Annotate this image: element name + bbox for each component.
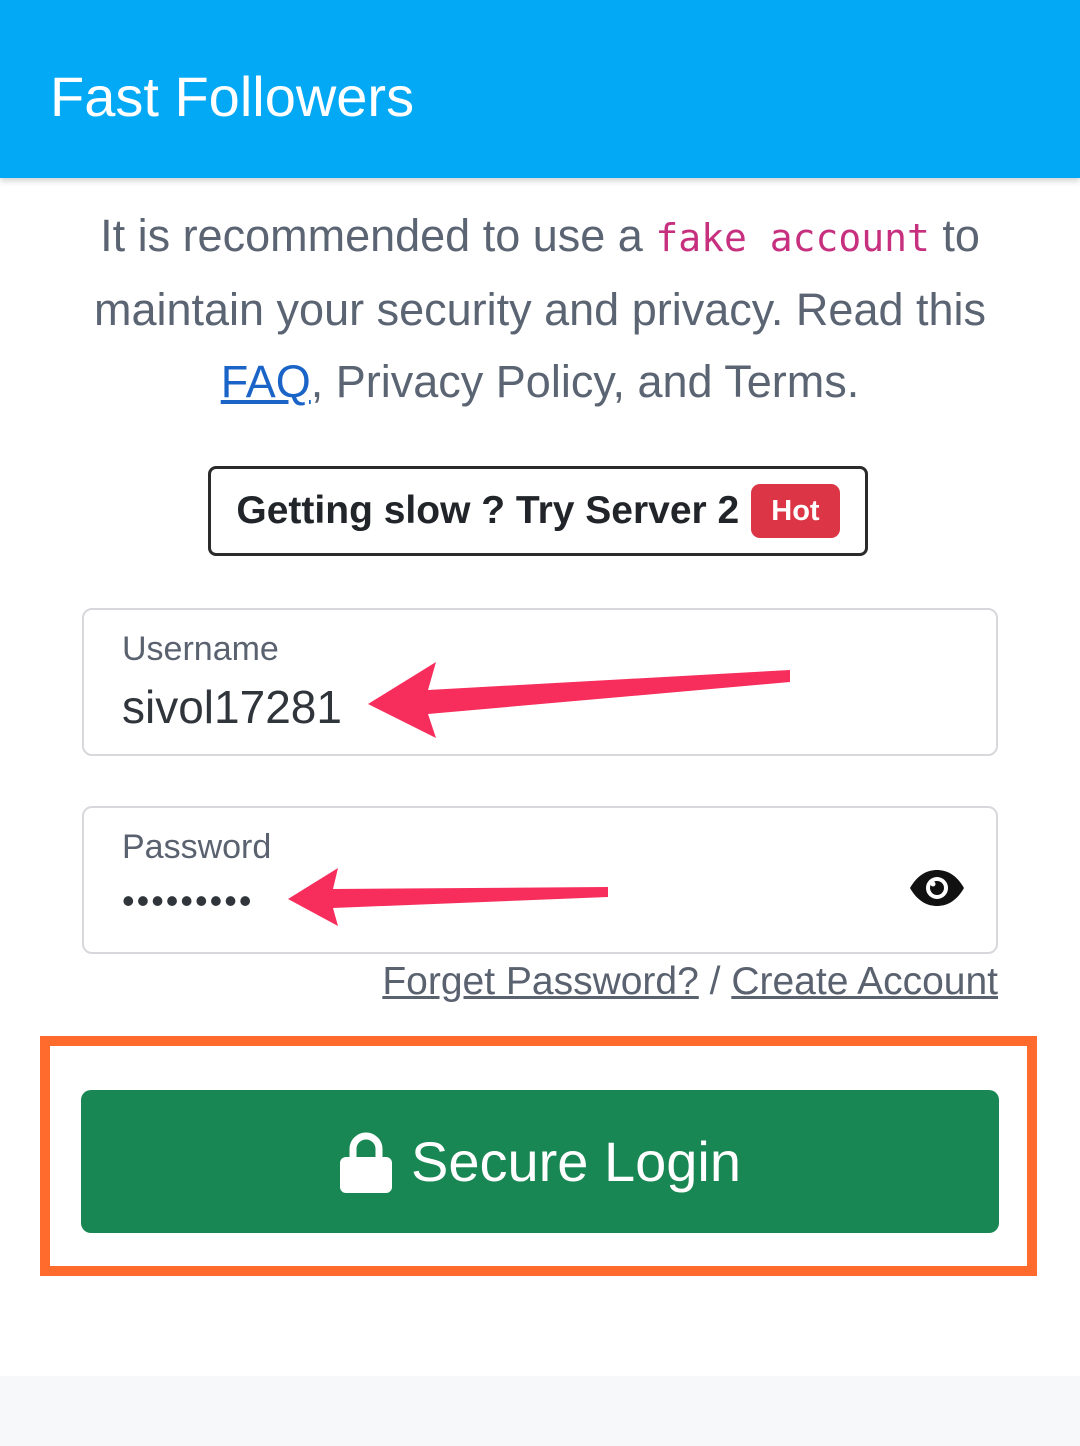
page-footer <box>0 1376 1080 1446</box>
password-label: Password <box>122 828 272 866</box>
app-title: Fast Followers <box>50 65 415 128</box>
server-button-label: Getting slow ? Try Server 2 <box>236 489 740 532</box>
notice-text-after: , Privacy Policy, and Terms. <box>310 356 860 407</box>
hot-badge: Hot <box>751 484 840 538</box>
notice-text-before: It is recommended to use a <box>100 210 656 261</box>
secure-login-label: Secure Login <box>410 1130 741 1193</box>
security-notice: It is recommended to use a fake account … <box>60 200 1020 418</box>
account-links: Forget Password? / Create Account <box>382 960 998 1004</box>
username-value: sivol17281 <box>122 681 342 733</box>
links-separator: / <box>709 960 721 1003</box>
faq-link[interactable]: FAQ <box>221 356 311 407</box>
password-arrow-annotation <box>288 868 608 926</box>
create-account-link[interactable]: Create Account <box>731 960 998 1003</box>
password-value: ••••••••• <box>122 880 254 921</box>
lock-icon <box>339 1132 392 1193</box>
forget-password-link[interactable]: Forget Password? <box>382 960 698 1003</box>
eye-icon[interactable] <box>908 868 966 908</box>
app-bar: Fast Followers <box>0 0 1080 178</box>
username-label: Username <box>122 630 279 668</box>
secure-login-button[interactable]: Secure Login <box>81 1090 999 1233</box>
try-server-2-button[interactable]: Getting slow ? Try Server 2 Hot <box>208 466 868 556</box>
username-arrow-annotation <box>368 662 790 738</box>
notice-code: fake account <box>655 216 930 260</box>
